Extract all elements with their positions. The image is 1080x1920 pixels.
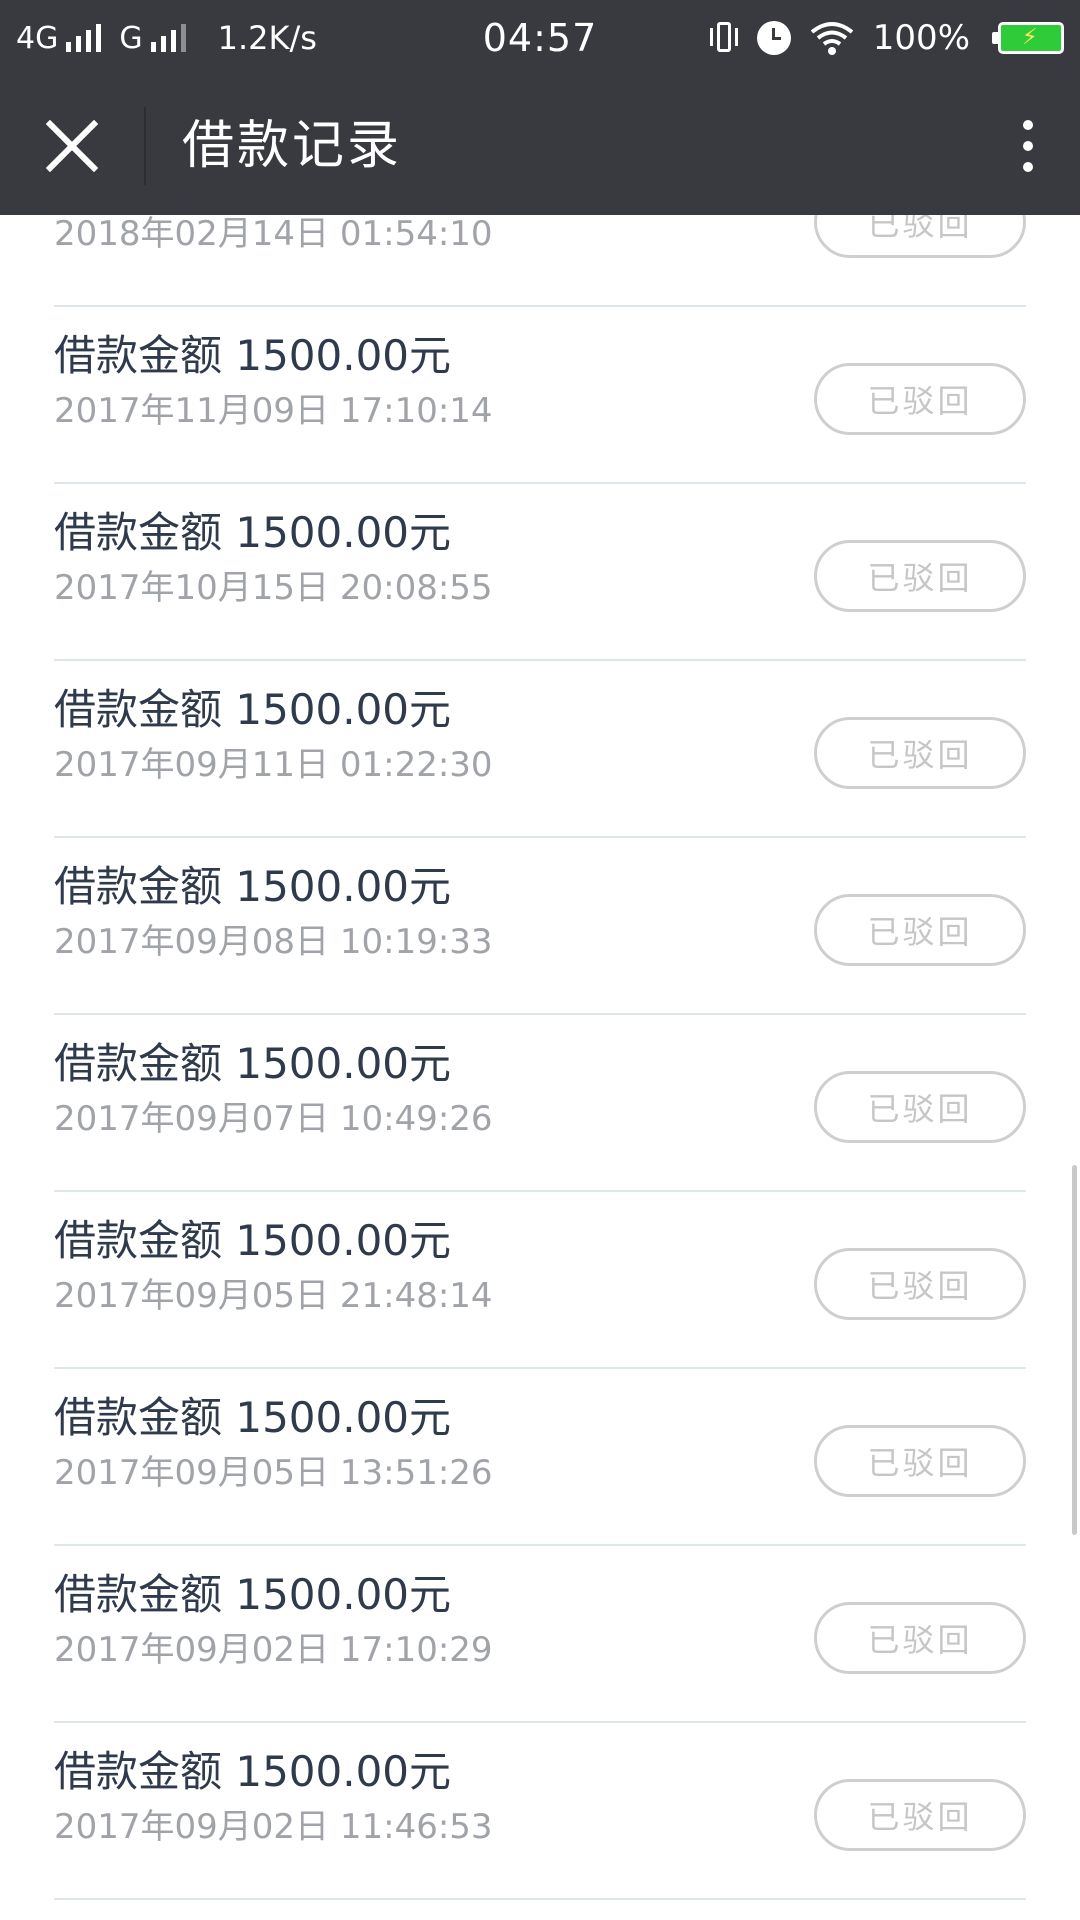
more-dot-icon [1023, 120, 1033, 130]
loan-amount: 借款金额 1500.00元 [54, 1216, 452, 1265]
loan-date: 2017年11月09日 17:10:14 [54, 391, 493, 431]
list-item[interactable]: 借款金额 1500.00元 2017年09月05日 13:51:26 已驳回 [54, 1369, 1026, 1546]
list-item[interactable]: 借款金额 1000.00元2018年02月14日 01:54:10已驳回 [54, 215, 1026, 307]
status-badge[interactable]: 已驳回 [814, 894, 1026, 966]
more-dot-icon [1023, 162, 1033, 172]
loan-amount: 借款金额 1500.00元 [54, 331, 452, 380]
list-item[interactable]: 借款金额 1500.00元 2017年09月05日 21:48:14 已驳回 [54, 1192, 1026, 1369]
alarm-icon [756, 21, 791, 55]
status-badge[interactable]: 已驳回 [814, 1248, 1026, 1320]
status-badge[interactable]: 已驳回 [814, 1779, 1026, 1851]
battery-icon: ⚡ [992, 22, 1064, 54]
more-menu-button[interactable] [1000, 107, 1056, 185]
list-item[interactable]: 借款金额 1500.00元 2017年10月15日 20:08:55 已驳回 [54, 484, 1026, 661]
wifi-icon [810, 22, 854, 55]
vibrate-icon [709, 20, 739, 56]
status-badge[interactable]: 已驳回 [814, 1425, 1026, 1497]
status-badge[interactable]: 已驳回 [814, 363, 1026, 435]
loan-date: 2017年09月05日 21:48:14 [54, 1276, 493, 1316]
loan-date: 2017年09月02日 17:10:29 [54, 1630, 493, 1670]
loan-amount: 借款金额 1500.00元 [54, 1039, 452, 1088]
loan-amount: 借款金额 1500.00元 [54, 1747, 452, 1796]
nav-bar: 借款记录 [0, 77, 1080, 215]
loan-record-list[interactable]: 借款金额 1000.00元2018年02月14日 01:54:10已驳回借款金额… [0, 215, 1080, 1920]
list-item[interactable]: 借款金额 1500.00元 2017年09月02日 17:10:29 已驳回 [54, 1546, 1026, 1723]
loan-amount: 借款金额 1500.00元 [54, 508, 452, 557]
page-title: 借款记录 [182, 116, 403, 176]
loan-date: 2017年09月07日 10:49:26 [54, 1099, 493, 1139]
list-item[interactable]: 借款金额 1500.00元 2017年09月07日 10:49:26 已驳回 [54, 1015, 1026, 1192]
status-right: 100% ⚡ [709, 14, 1064, 62]
loan-amount: 借款金额 1500.00元 [54, 685, 452, 734]
loan-date: 2017年09月11日 01:22:30 [54, 745, 493, 785]
loan-record-list-inner: 借款金额 1000.00元2018年02月14日 01:54:10已驳回借款金额… [0, 215, 1080, 1900]
status-badge[interactable]: 已驳回 [814, 1602, 1026, 1674]
list-item[interactable]: 借款金额 1500.00元 2017年09月11日 01:22:30 已驳回 [54, 661, 1026, 838]
status-badge[interactable]: 已驳回 [814, 215, 1026, 258]
close-icon [46, 120, 98, 172]
more-dot-icon [1023, 141, 1033, 151]
status-badge[interactable]: 已驳回 [814, 1071, 1026, 1143]
loan-amount: 借款金额 1500.00元 [54, 862, 452, 911]
screen: 4G G 1.2K/s 04:57 100% ⚡ 借款记录 2018年02月14… [0, 0, 1080, 1920]
close-button[interactable] [32, 111, 112, 181]
status-badge[interactable]: 已驳回 [814, 717, 1026, 789]
loan-date: 2017年09月05日 13:51:26 [54, 1453, 493, 1493]
list-item[interactable]: 借款金额 1500.00元 2017年11月09日 17:10:14 已驳回 [54, 307, 1026, 484]
scrollbar[interactable] [1072, 1165, 1077, 1535]
list-item[interactable]: 借款金额 1500.00元 2017年09月02日 11:46:53 已驳回 [54, 1723, 1026, 1900]
loan-date: 2017年09月08日 10:19:33 [54, 922, 493, 962]
status-bar: 4G G 1.2K/s 04:57 100% ⚡ [0, 0, 1080, 77]
loan-date: 2017年10月15日 20:08:55 [54, 568, 493, 608]
list-item[interactable]: 借款金额 1500.00元 2017年09月08日 10:19:33 已驳回 [54, 838, 1026, 1015]
loan-amount: 借款金额 1500.00元 [54, 1393, 452, 1442]
nav-divider [144, 107, 146, 185]
loan-amount: 借款金额 1500.00元 [54, 1570, 452, 1619]
loan-date: 2018年02月14日 01:54:10 [54, 215, 493, 254]
battery-level: 100% [872, 18, 970, 58]
loan-date: 2017年09月02日 11:46:53 [54, 1807, 493, 1847]
status-badge[interactable]: 已驳回 [814, 540, 1026, 612]
